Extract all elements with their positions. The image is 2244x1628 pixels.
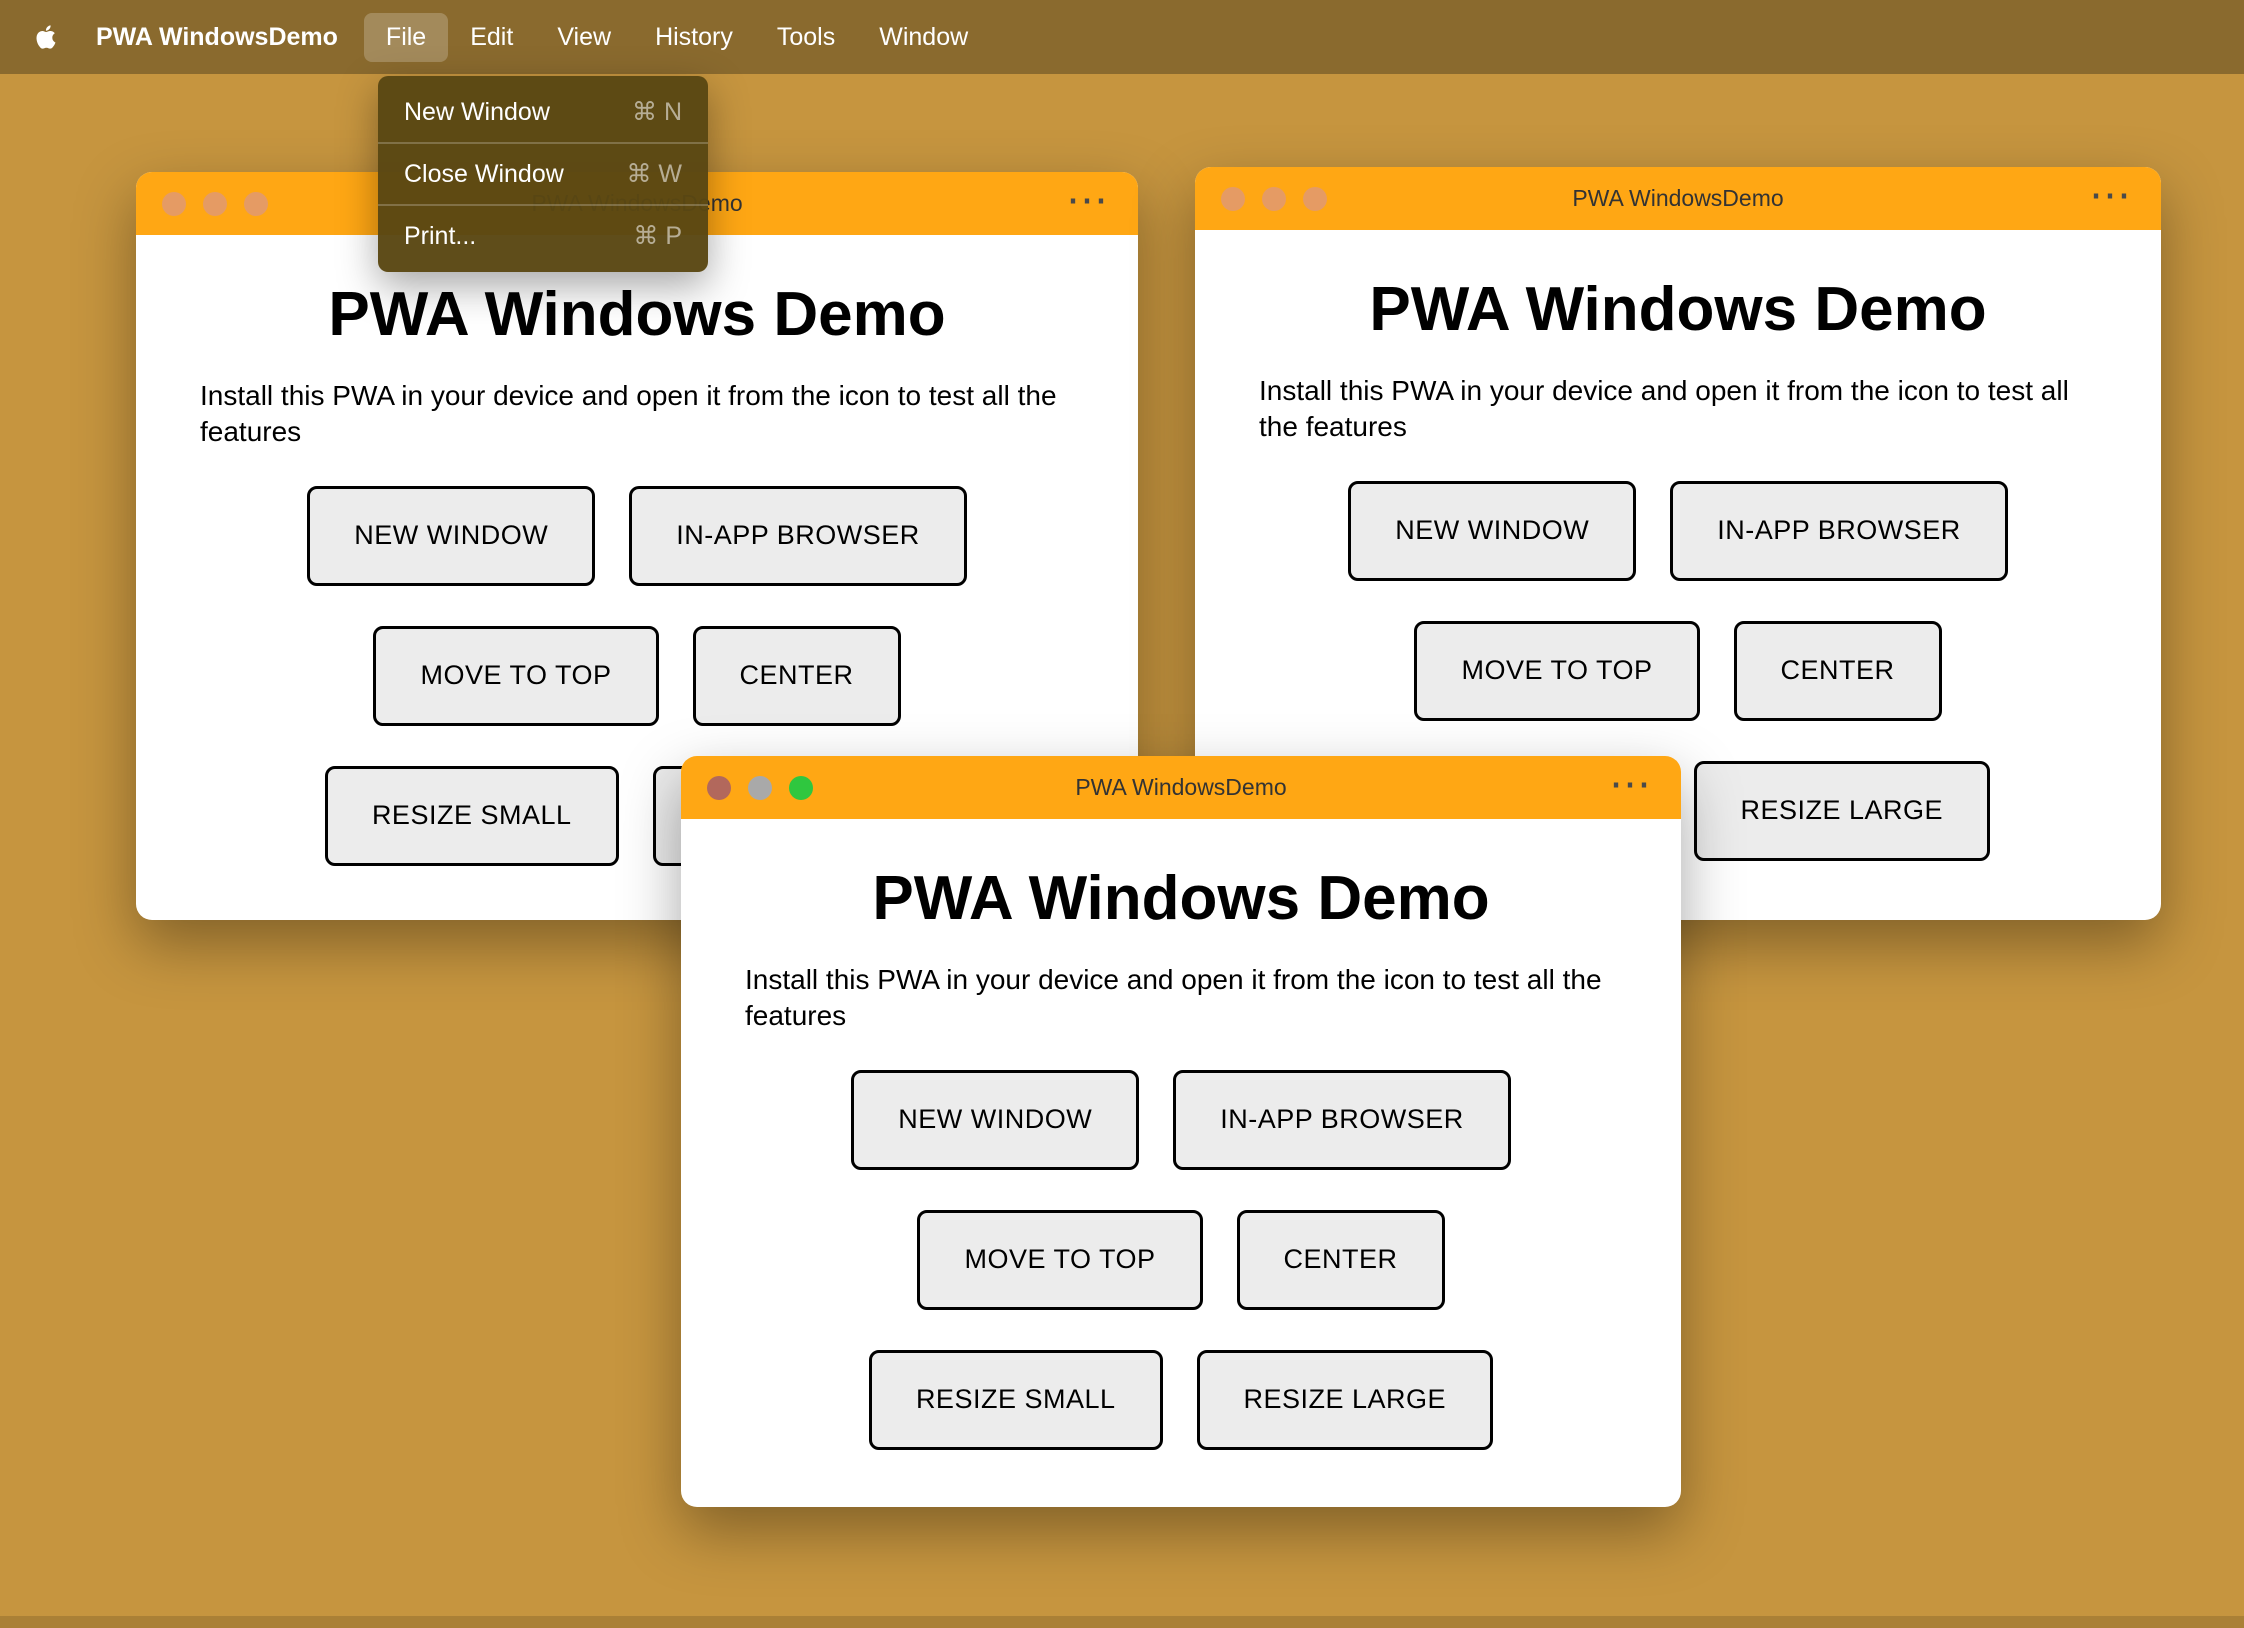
window-title: PWA WindowsDemo [1075,774,1287,800]
traffic-lights [1221,186,1327,211]
menu-file[interactable]: File [363,12,449,62]
move-to-top-button[interactable]: MOVE TO TOP [1414,620,1700,721]
new-window-button[interactable]: NEW WINDOW [307,485,596,586]
description-text: Install this PWA in your device and open… [745,964,1602,1031]
traffic-lights [707,775,813,800]
minimize-traffic-light[interactable] [748,775,772,800]
menu-bar: PWA WindowsDemo File Edit View History T… [0,0,2244,74]
minimize-traffic-light[interactable] [203,191,227,216]
screen-bottom-edge [0,1616,2244,1628]
close-traffic-light[interactable] [1221,186,1245,211]
file-menu-item-print[interactable]: Print... ⌘ P [378,206,708,266]
move-to-top-button[interactable]: MOVE TO TOP [373,625,659,726]
menu-view[interactable]: View [535,13,633,62]
close-traffic-light[interactable] [162,191,186,216]
zoom-traffic-light[interactable] [1303,186,1327,211]
center-button[interactable]: CENTER [1733,620,1942,721]
window-titlebar[interactable]: PWA WindowsDemo ⋯ [1195,167,2161,230]
button-row: MOVE TO TOP CENTER [136,625,1138,726]
menu-tools[interactable]: Tools [755,13,857,62]
resize-small-button[interactable]: RESIZE SMALL [324,765,619,866]
menu-item-shortcut: ⌘ W [626,160,682,188]
window-ellipsis-menu-icon[interactable]: ⋯ [2089,167,2133,230]
menu-edit[interactable]: Edit [448,13,535,62]
button-row: NEW WINDOW IN-APP BROWSER [1195,480,2161,581]
file-menu-item-new-window[interactable]: New Window ⌘ N [378,82,708,142]
menu-item-label: New Window [404,97,550,126]
new-window-button[interactable]: NEW WINDOW [1348,480,1637,581]
resize-small-button[interactable]: RESIZE SMALL [868,1349,1163,1450]
traffic-lights [162,191,268,216]
resize-large-button[interactable]: RESIZE LARGE [1196,1349,1494,1450]
menubar-app-name[interactable]: PWA WindowsDemo [96,23,338,52]
apple-menu-icon[interactable] [30,21,62,53]
menu-window[interactable]: Window [857,13,990,62]
button-row: MOVE TO TOP CENTER [681,1209,1681,1310]
zoom-traffic-light[interactable] [244,191,268,216]
page-title: PWA Windows Demo [872,864,1490,933]
button-row: NEW WINDOW IN-APP BROWSER [136,485,1138,586]
center-button[interactable]: CENTER [1236,1209,1445,1310]
move-to-top-button[interactable]: MOVE TO TOP [917,1209,1203,1310]
menu-item-shortcut: ⌘ N [632,98,682,126]
resize-large-button[interactable]: RESIZE LARGE [1693,760,1991,861]
button-row: NEW WINDOW IN-APP BROWSER [681,1069,1681,1170]
pwa-window-front: PWA WindowsDemo ⋯ PWA Windows Demo Insta… [681,756,1681,1507]
desktop: { "colors": { "desktop": "#c6953f", "men… [0,0,2244,1628]
window-ellipsis-menu-icon[interactable]: ⋯ [1066,172,1110,235]
menu-item-label: Print... [404,221,477,250]
page-title: PWA Windows Demo [1369,275,1987,344]
window-titlebar[interactable]: PWA WindowsDemo ⋯ [681,756,1681,819]
menu-history[interactable]: History [633,13,755,62]
minimize-traffic-light[interactable] [1262,186,1286,211]
in-app-browser-button[interactable]: IN-APP BROWSER [1173,1069,1511,1170]
file-menu-dropdown: New Window ⌘ N Close Window ⌘ W Print...… [378,76,708,272]
in-app-browser-button[interactable]: IN-APP BROWSER [1670,480,2008,581]
window-title: PWA WindowsDemo [1572,185,1784,211]
window-content: PWA Windows Demo Install this PWA in you… [681,863,1681,1450]
page-title: PWA Windows Demo [328,280,946,349]
button-row: MOVE TO TOP CENTER [1195,620,2161,721]
zoom-traffic-light[interactable] [789,775,813,800]
menu-item-shortcut: ⌘ P [633,222,682,250]
in-app-browser-button[interactable]: IN-APP BROWSER [629,485,967,586]
description-text: Install this PWA in your device and open… [1259,375,2069,442]
center-button[interactable]: CENTER [692,625,901,726]
button-row: RESIZE SMALL RESIZE LARGE [681,1349,1681,1450]
file-menu-item-close-window[interactable]: Close Window ⌘ W [378,144,708,204]
description-text: Install this PWA in your device and open… [200,380,1057,447]
menu-item-label: Close Window [404,159,564,188]
close-traffic-light[interactable] [707,775,731,800]
new-window-button[interactable]: NEW WINDOW [851,1069,1140,1170]
window-ellipsis-menu-icon[interactable]: ⋯ [1609,756,1653,819]
